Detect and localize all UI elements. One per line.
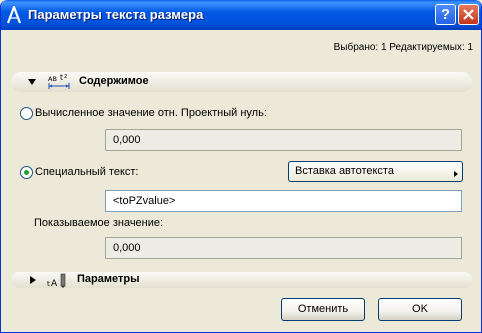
svg-text:t: t	[60, 73, 63, 82]
svg-text:2: 2	[64, 74, 67, 80]
custom-text-input[interactable]: <toPZvalue>	[105, 190, 462, 212]
close-icon	[463, 9, 474, 20]
selection-status: Выбрано: 1 Редактируемых: 1	[333, 42, 473, 53]
insert-autotext-button[interactable]: Вставка автотекста	[288, 161, 463, 182]
title-bar[interactable]: Параметры текста размера ?	[1, 0, 481, 30]
ok-button[interactable]: OK	[378, 298, 462, 321]
section-params-title: Параметры	[77, 273, 140, 285]
svg-text:AB: AB	[48, 75, 57, 83]
window-title: Параметры текста размера	[28, 7, 204, 22]
svg-text:A: A	[51, 279, 58, 288]
radio-custom-label: Специальный текст:	[35, 166, 139, 178]
cancel-button[interactable]: Отменить	[281, 298, 365, 321]
section-params-header[interactable]: t A Параметры	[11, 272, 472, 291]
dimension-text-icon: AB t 2	[47, 73, 73, 93]
calculated-value-field: 0,000	[105, 129, 462, 151]
section-content-title: Содержимое	[79, 75, 149, 87]
svg-text:t: t	[47, 280, 50, 288]
expand-triangle-icon[interactable]	[30, 276, 36, 284]
help-button[interactable]: ?	[435, 4, 456, 25]
radio-custom-text[interactable]: Специальный текст:	[20, 165, 180, 181]
close-button[interactable]	[458, 4, 479, 25]
displayed-value-label: Показываемое значение:	[34, 217, 164, 229]
insert-autotext-label: Вставка автотекста	[295, 165, 394, 177]
displayed-value-field: 0,000	[105, 237, 462, 259]
radio-button[interactable]	[20, 107, 33, 120]
radio-calculated-value[interactable]: Вычисленное значение отн. Проектный нуль…	[20, 106, 310, 122]
collapse-triangle-icon[interactable]	[28, 79, 36, 85]
archicad-icon	[6, 3, 22, 24]
radio-calculated-label: Вычисленное значение отн. Проектный нуль…	[35, 107, 267, 119]
radio-button-checked[interactable]	[20, 166, 33, 179]
text-params-icon: t A	[47, 272, 69, 291]
section-content-header[interactable]: AB t 2 Содержимое	[11, 72, 472, 92]
help-icon: ?	[440, 6, 451, 23]
submenu-arrow-icon	[454, 171, 458, 177]
dialog-window: Параметры текста размера ? Выбрано: 1 Ре…	[0, 0, 482, 333]
